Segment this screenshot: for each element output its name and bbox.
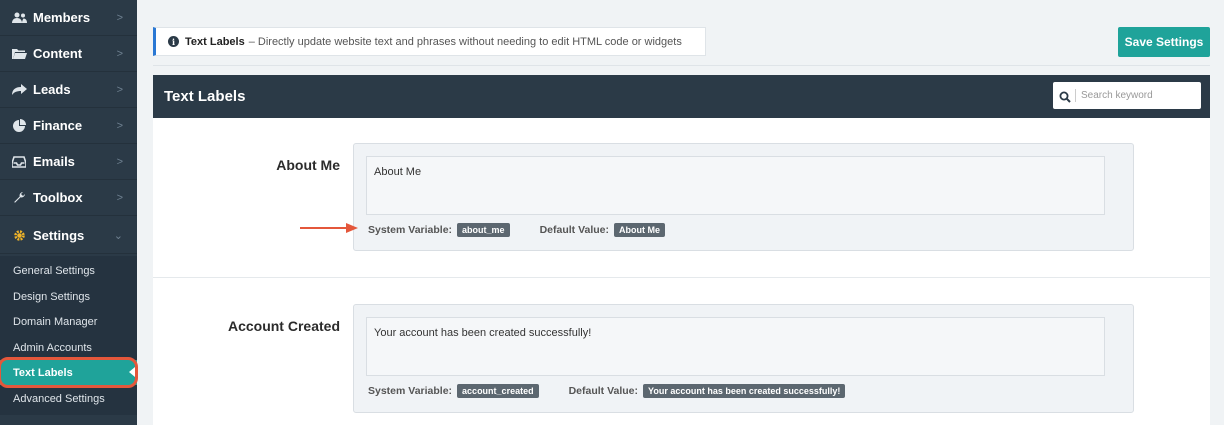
sidebar-item-emails[interactable]: Emails > bbox=[0, 144, 137, 180]
panel-title: Text Labels bbox=[164, 88, 246, 105]
submenu-item-label: Admin Accounts bbox=[13, 341, 92, 354]
sidebar-item-label: Settings bbox=[33, 228, 85, 243]
label-meta: System Variable: account_created Default… bbox=[368, 384, 875, 398]
chevron-right-icon: > bbox=[116, 119, 123, 132]
sidebar-item-label: Toolbox bbox=[33, 190, 83, 205]
label-field-box: About Me System Variable: about_me Defau… bbox=[353, 143, 1134, 251]
submenu-item-label: Design Settings bbox=[13, 290, 91, 303]
divider bbox=[153, 65, 1210, 66]
folder-icon bbox=[11, 47, 27, 61]
default-value-tag: Your account has been created successful… bbox=[643, 384, 846, 398]
share-icon bbox=[11, 83, 27, 97]
users-icon bbox=[11, 11, 27, 25]
divider bbox=[153, 277, 1210, 278]
sidebar-item-content[interactable]: Content > bbox=[0, 36, 137, 72]
submenu-item-admin-accounts[interactable]: Admin Accounts bbox=[0, 335, 137, 360]
wrench-icon bbox=[11, 191, 27, 205]
sidebar-item-finance[interactable]: Finance > bbox=[0, 108, 137, 144]
chevron-right-icon: > bbox=[116, 83, 123, 96]
sidebar-item-label: Members bbox=[33, 10, 91, 25]
sidebar-item-toolbox[interactable]: Toolbox > bbox=[0, 180, 137, 216]
info-icon: i bbox=[168, 36, 179, 47]
sidebar-item-label: Leads bbox=[33, 82, 71, 97]
inbox-icon bbox=[11, 155, 27, 169]
search-input[interactable] bbox=[1081, 90, 1191, 101]
submenu-item-label: Domain Manager bbox=[13, 315, 98, 328]
submenu-item-label: General Settings bbox=[13, 264, 95, 277]
label-name-about-me: About Me bbox=[276, 157, 340, 173]
pie-chart-icon bbox=[11, 119, 27, 133]
save-settings-button[interactable]: Save Settings bbox=[1118, 27, 1210, 57]
submenu-item-label: Advanced Settings bbox=[13, 392, 105, 405]
submenu-item-label: Text Labels bbox=[13, 366, 73, 379]
chevron-right-icon: > bbox=[116, 191, 123, 204]
chevron-right-icon: > bbox=[116, 11, 123, 24]
settings-submenu: General Settings Design Settings Domain … bbox=[0, 256, 137, 415]
system-variable-tag: account_created bbox=[457, 384, 539, 398]
sidebar-item-settings[interactable]: Settings ⌄ bbox=[0, 218, 137, 254]
default-value-tag: About Me bbox=[614, 223, 665, 237]
sidebar: Members > Content > Leads > Finance > Em… bbox=[0, 0, 137, 425]
gear-icon bbox=[11, 229, 27, 243]
info-notice: i Text Labels – Directly update website … bbox=[153, 27, 706, 56]
submenu-item-design-settings[interactable]: Design Settings bbox=[0, 284, 137, 309]
label-name-account-created: Account Created bbox=[227, 318, 340, 334]
search-box[interactable] bbox=[1053, 82, 1201, 109]
notice-title: Text Labels bbox=[185, 35, 245, 48]
label-field-box: Your account has been created successful… bbox=[353, 304, 1134, 413]
system-variable-tag: about_me bbox=[457, 223, 510, 237]
sidebar-item-label: Content bbox=[33, 46, 83, 61]
active-indicator-icon bbox=[129, 367, 135, 377]
divider bbox=[1075, 89, 1076, 102]
sidebar-item-members[interactable]: Members > bbox=[0, 0, 137, 36]
submenu-item-domain-manager[interactable]: Domain Manager bbox=[0, 309, 137, 334]
text-labels-panel: Text Labels About Me About Me System Var… bbox=[153, 75, 1210, 425]
panel-header: Text Labels bbox=[153, 75, 1210, 118]
notice-text: – Directly update website text and phras… bbox=[248, 35, 682, 48]
system-variable-label: System Variable: bbox=[368, 224, 453, 236]
sidebar-item-leads[interactable]: Leads > bbox=[0, 72, 137, 108]
chevron-down-icon: ⌄ bbox=[113, 230, 123, 242]
label-meta: System Variable: about_me Default Value:… bbox=[368, 223, 695, 237]
search-icon bbox=[1059, 90, 1071, 103]
default-value-label: Default Value: bbox=[568, 385, 639, 397]
chevron-right-icon: > bbox=[116, 155, 123, 168]
submenu-item-text-labels[interactable]: Text Labels bbox=[0, 360, 137, 385]
submenu-item-general-settings[interactable]: General Settings bbox=[0, 258, 137, 283]
submenu-item-advanced-settings[interactable]: Advanced Settings bbox=[0, 386, 137, 411]
sidebar-item-label: Finance bbox=[33, 118, 83, 133]
system-variable-label: System Variable: bbox=[368, 385, 453, 397]
chevron-right-icon: > bbox=[116, 47, 123, 60]
label-value-textarea[interactable]: About Me bbox=[366, 156, 1105, 215]
sidebar-item-label: Emails bbox=[33, 154, 75, 169]
label-value-textarea[interactable]: Your account has been created successful… bbox=[366, 317, 1105, 376]
default-value-label: Default Value: bbox=[539, 224, 609, 236]
annotation-arrow-icon bbox=[300, 223, 358, 233]
